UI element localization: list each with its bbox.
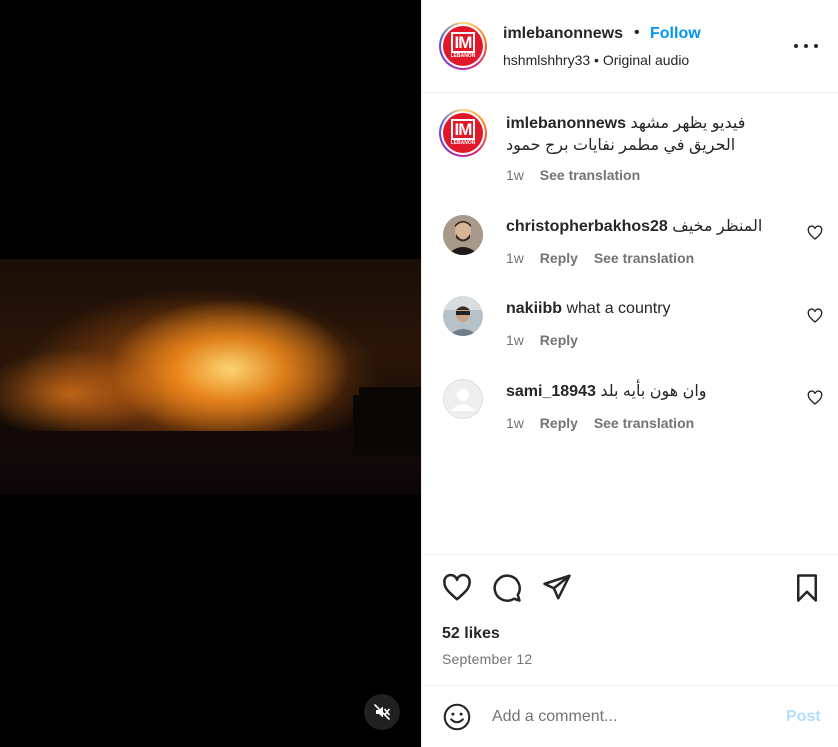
comment-meta: 1w Reply — [506, 332, 590, 348]
comment-input[interactable] — [492, 704, 772, 730]
comment-avatar[interactable] — [443, 296, 483, 336]
avatar-logo-text: IM — [450, 32, 476, 53]
caption-avatar-logo-subtext: LEBANON — [450, 140, 476, 146]
post-header: IM LEBANON imlebanonnews • Follow hshmls… — [422, 0, 838, 93]
bookmark-icon[interactable] — [792, 573, 822, 603]
comment-username[interactable]: sami_18943 — [506, 383, 596, 400]
comment-avatar[interactable] — [443, 379, 483, 419]
author-avatar[interactable]: IM LEBANON — [439, 22, 487, 70]
more-options-icon[interactable] — [794, 36, 818, 56]
post-media[interactable] — [0, 0, 421, 747]
avatar-logo-subtext: LEBANON — [450, 53, 476, 59]
follow-button[interactable]: Follow — [650, 25, 701, 43]
share-icon[interactable] — [542, 572, 572, 602]
comment: christopherbakhos28 المنظر مخيف — [506, 216, 762, 238]
comment-time[interactable]: 1w — [506, 250, 524, 266]
comment-icon[interactable] — [492, 573, 522, 603]
comment-text: وان هون بأيه بلد — [600, 383, 707, 400]
caption-see-translation[interactable]: See translation — [540, 167, 640, 183]
comment-text: what a country — [566, 300, 671, 317]
caption: imlebanonnews فيديو يظهر مشهد الحريق في … — [506, 113, 776, 157]
post-actions: 52 likes September 12 — [422, 554, 838, 685]
heart-icon[interactable] — [442, 573, 472, 603]
see-translation-button[interactable]: See translation — [594, 415, 694, 431]
likes-count[interactable]: 52 likes — [442, 625, 500, 643]
emoji-icon[interactable] — [443, 703, 471, 731]
video-frame[interactable] — [0, 259, 421, 495]
comments-list[interactable]: IM LEBANON imlebanonnews فيديو يظهر مشهد… — [422, 94, 838, 554]
post-button[interactable]: Post — [786, 708, 821, 726]
reply-button[interactable]: Reply — [540, 250, 578, 266]
caption-meta: 1w See translation — [506, 167, 652, 183]
comment-like-icon[interactable] — [807, 308, 823, 324]
comment-like-icon[interactable] — [807, 225, 823, 241]
author-username[interactable]: imlebanonnews — [503, 25, 623, 43]
comment-username[interactable]: nakiibb — [506, 300, 562, 317]
post-panel: IM LEBANON imlebanonnews • Follow hshmls… — [421, 0, 838, 747]
caption-avatar-logo-text: IM — [450, 119, 476, 140]
comment-time[interactable]: 1w — [506, 415, 524, 431]
mute-button[interactable] — [364, 694, 400, 730]
comment-text: المنظر مخيف — [672, 218, 763, 235]
header-separator: • — [634, 24, 640, 41]
comment-username[interactable]: christopherbakhos28 — [506, 218, 668, 235]
comment: sami_18943 وان هون بأيه بلد — [506, 381, 707, 403]
audio-subline[interactable]: hshmlshhry33 • Original audio — [503, 52, 689, 68]
comment: nakiibb what a country — [506, 298, 671, 320]
see-translation-button[interactable]: See translation — [594, 250, 694, 266]
video-building — [353, 387, 421, 455]
comment-like-icon[interactable] — [807, 390, 823, 406]
reply-button[interactable]: Reply — [540, 332, 578, 348]
caption-avatar[interactable]: IM LEBANON — [439, 109, 487, 157]
speaker-muted-icon — [374, 704, 390, 720]
post-date[interactable]: September 12 — [442, 651, 532, 667]
comment-meta: 1w Reply See translation — [506, 415, 706, 431]
add-comment-bar: Post — [422, 685, 838, 747]
caption-username[interactable]: imlebanonnews — [506, 115, 626, 132]
reply-button[interactable]: Reply — [540, 415, 578, 431]
caption-time[interactable]: 1w — [506, 167, 524, 183]
comment-avatar[interactable] — [443, 215, 483, 255]
comment-meta: 1w Reply See translation — [506, 250, 706, 266]
comment-time[interactable]: 1w — [506, 332, 524, 348]
